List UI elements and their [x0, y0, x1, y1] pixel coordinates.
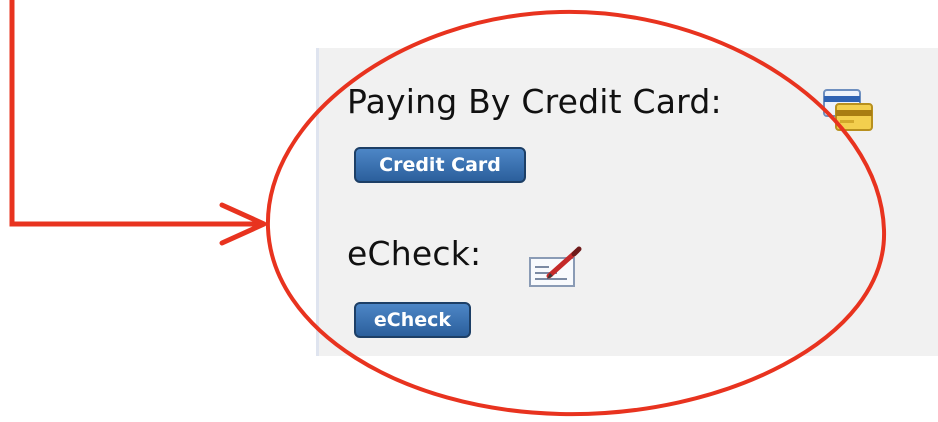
check-pen-icon — [529, 246, 582, 287]
credit-card-button[interactable]: Credit Card — [354, 147, 526, 183]
credit-card-icon — [823, 89, 873, 131]
screenshot-stage: Paying By Credit Card: Credit Card eChec… — [0, 0, 938, 422]
annotation-arrowhead — [219, 202, 267, 246]
annotation-arrow-line — [9, 0, 262, 227]
credit-card-section-label: Paying By Credit Card: — [347, 82, 722, 121]
echeck-section-label: eCheck: — [347, 234, 482, 273]
echeck-button[interactable]: eCheck — [354, 302, 471, 338]
